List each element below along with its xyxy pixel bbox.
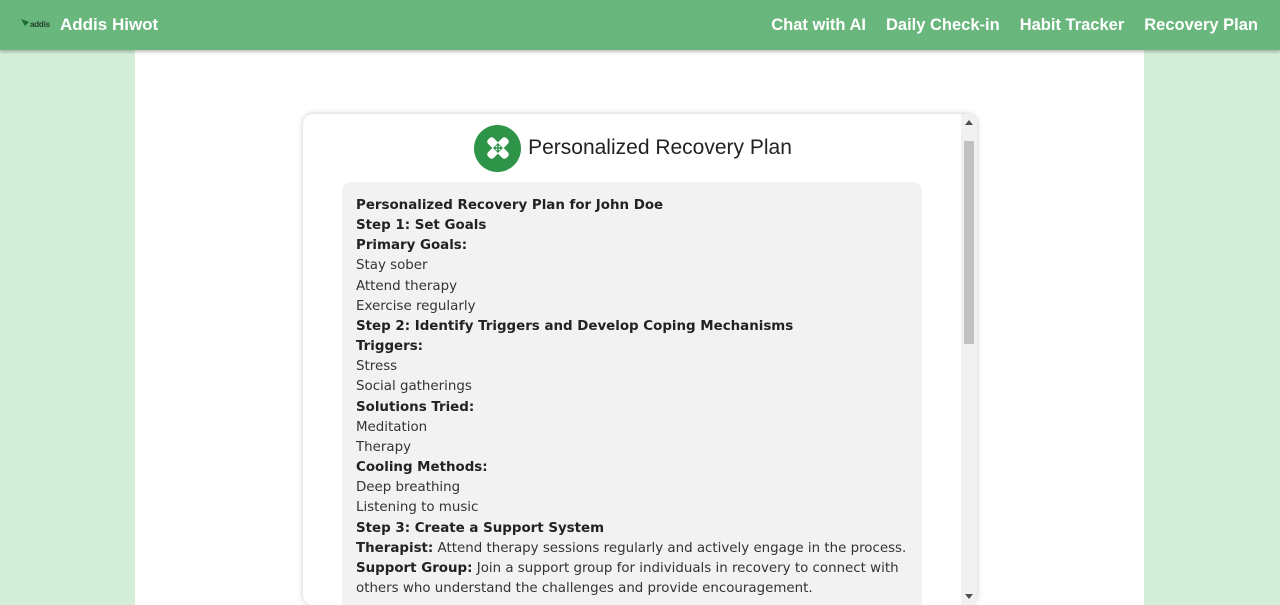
therapist-text: Attend therapy sessions regularly and ac…	[433, 540, 907, 556]
card-scrollbar[interactable]	[961, 114, 977, 605]
list-item: Therapy	[356, 439, 412, 455]
nav-link-chat[interactable]: Chat with AI	[771, 16, 866, 35]
top-navbar: addis Addis Hiwot Chat with AI Daily Che…	[0, 0, 1280, 50]
list-item: Exercise regularly	[356, 298, 476, 314]
scroll-down-arrow-icon[interactable]	[961, 590, 977, 604]
support-group-text: Join a support group for individuals in …	[472, 560, 899, 576]
recovery-plan-card: Personalized Recovery Plan Personalized …	[303, 114, 977, 605]
step-2-heading: Step 2: Identify Triggers and Develop Co…	[356, 318, 794, 334]
primary-goals-label: Primary Goals:	[356, 238, 468, 254]
card-header: Personalized Recovery Plan	[303, 123, 963, 173]
logo-text: addis	[30, 20, 50, 29]
nav-link-habit-tracker[interactable]: Habit Tracker	[1020, 16, 1125, 35]
list-item: Meditation	[356, 419, 428, 435]
plan-content: Personalized Recovery Plan for John Doe …	[342, 182, 922, 605]
therapist-label: Therapist:	[356, 540, 434, 556]
step-1-heading: Step 1: Set Goals	[356, 218, 487, 234]
therapist-line: Therapist: Attend therapy sessions regul…	[356, 539, 908, 559]
card-title: Personalized Recovery Plan	[528, 136, 792, 159]
triggers-label: Triggers:	[356, 339, 424, 355]
list-item: Stay sober	[356, 258, 428, 274]
support-group-label: Support Group:	[356, 560, 473, 576]
list-item: Stress	[356, 359, 398, 375]
scroll-thumb[interactable]	[964, 141, 974, 344]
support-group-line-cont: others who understand the challenges and…	[356, 580, 813, 596]
brand-name: Addis Hiwot	[60, 15, 159, 34]
list-item: Social gatherings	[356, 379, 472, 395]
plan-heading: Personalized Recovery Plan for John Doe	[356, 198, 664, 213]
nav-links: Chat with AI Daily Check-in Habit Tracke…	[751, 0, 1258, 50]
brand[interactable]: addis Addis Hiwot	[20, 0, 158, 50]
list-item: Listening to music	[356, 500, 479, 516]
list-item: Deep breathing	[356, 480, 461, 496]
cooling-methods-label: Cooling Methods:	[356, 460, 488, 476]
nav-link-recovery-plan[interactable]: Recovery Plan	[1144, 16, 1258, 35]
support-group-line: Support Group: Join a support group for …	[356, 559, 908, 579]
step-3-heading: Step 3: Create a Support System	[356, 520, 605, 536]
scroll-up-arrow-icon[interactable]	[961, 115, 977, 129]
nav-link-daily-check-in[interactable]: Daily Check-in	[886, 16, 1000, 35]
list-item: Attend therapy	[356, 278, 458, 294]
solutions-label: Solutions Tried:	[356, 399, 475, 415]
logo: addis	[20, 15, 54, 35]
bandage-icon	[474, 124, 522, 172]
